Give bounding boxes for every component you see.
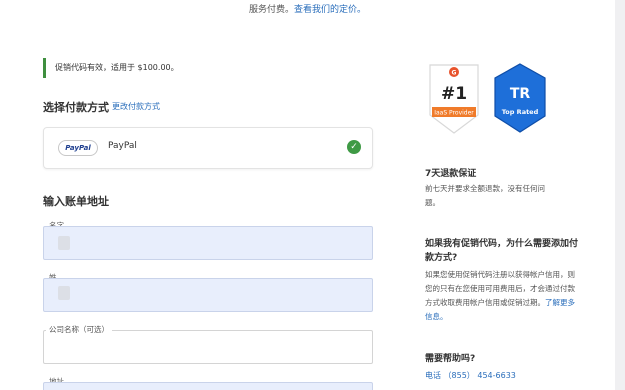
svg-text:TR: TR <box>510 86 531 102</box>
view-pricing-link[interactable]: 查看我们的定价。 <box>294 5 366 15</box>
promo-faq-text: 如果您使用促销代码注册以获得帐户信用，则您的只有在您使用可用费用后，才会通过付款… <box>425 268 575 324</box>
check-circle-icon: ✓ <box>347 140 361 154</box>
right-edge-shade <box>615 0 625 390</box>
company-name-label: 公司名称（可选） <box>46 324 112 335</box>
payment-method-title: 选择付款方式 <box>43 101 109 114</box>
svg-text:Top Rated: Top Rated <box>502 108 539 116</box>
refund-guarantee-text: 前七天并要求全额退款，没有任何问题。 <box>425 184 545 207</box>
promo-faq-title: 如果我有促销代码，为什么需要添加付款方式? <box>425 239 579 263</box>
last-name-input[interactable] <box>43 278 373 312</box>
paypal-payment-option[interactable]: PayPal PayPal ✓ <box>43 127 373 169</box>
svg-text:#1: #1 <box>441 84 467 104</box>
redacted-value <box>58 236 70 250</box>
paypal-logo: PayPal <box>58 140 98 156</box>
paypal-label: PayPal <box>108 141 137 151</box>
change-payment-method-link[interactable]: 更改付款方式 <box>112 101 160 112</box>
help-title: 需要帮助吗? <box>425 354 476 364</box>
svg-text:G: G <box>452 70 457 77</box>
first-name-input[interactable] <box>43 226 373 260</box>
g2-ranking-badge: G #1 IaaS Provider <box>429 64 479 134</box>
company-name-input[interactable] <box>43 330 373 364</box>
billing-address-title: 输入账单地址 <box>43 195 109 208</box>
redacted-value <box>58 286 70 300</box>
pricing-notice-text: 服务付费。 <box>248 5 294 15</box>
refund-guarantee-title: 7天退款保证 <box>425 169 477 179</box>
support-phone-link[interactable]: 电话 （855） 454-6633 <box>425 370 516 381</box>
trustradius-top-rated-badge: TR Top Rated <box>494 63 546 133</box>
promo-code-banner: 促销代码有效，适用于 $100.00。 <box>43 58 179 78</box>
pricing-notice: 服务付费。查看我们的定价。 <box>0 2 615 15</box>
svg-text:IaaS Provider: IaaS Provider <box>434 110 474 117</box>
address-input[interactable] <box>43 382 373 390</box>
